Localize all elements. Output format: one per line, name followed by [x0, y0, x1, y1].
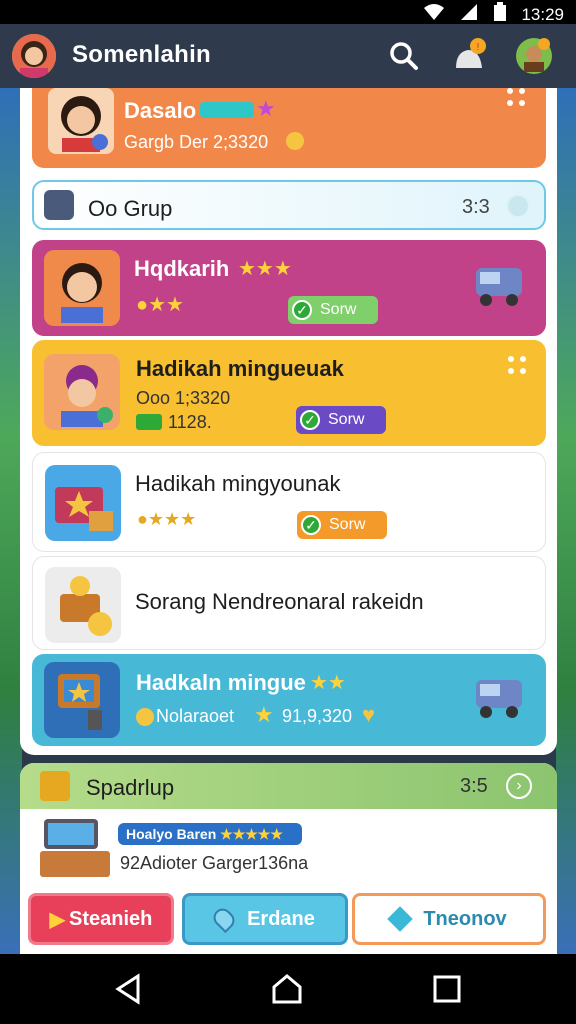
more-dots-icon[interactable] [507, 88, 527, 108]
user-avatar[interactable] [12, 34, 56, 78]
coin-stars-icon: ●★★ [136, 294, 184, 316]
section-2-icon [40, 771, 70, 801]
left-action-button[interactable]: ▶ Steanieh [28, 893, 174, 945]
chevron-right-icon[interactable] [506, 194, 530, 218]
more-dots-icon[interactable] [508, 356, 528, 376]
reward-card-5[interactable]: Hadkaln mingue ★★ Nolaraoet ★ 91,9,320 ♥ [32, 654, 546, 746]
middle-action-button[interactable]: Erdane [182, 893, 348, 945]
card-1-button-label: Sorw [320, 301, 357, 318]
left-action-label: Steanieh [69, 907, 153, 930]
card-3-title: Hadikah mingyounak [135, 471, 341, 496]
card-3-button[interactable]: ✓ Sorw [297, 511, 387, 539]
truck-icon [472, 258, 528, 315]
profile-avatar [48, 88, 114, 154]
notification-icon[interactable]: ! [450, 36, 490, 76]
profile-card[interactable]: Dasalo ★ Gargb Der 2;3320 [32, 88, 546, 168]
card-2-button[interactable]: ✓ Sorw [296, 406, 386, 434]
profile-subtitle: Gargb Der 2;3320 [124, 132, 269, 152]
group-row[interactable]: Oo Grup 3:3 [32, 180, 546, 230]
right-action-button[interactable]: Tneonov [352, 893, 546, 945]
card-5-sub: Nolaraoet [156, 706, 235, 726]
back-icon[interactable] [112, 972, 146, 1006]
card-1-title: Hqdkarih [134, 256, 230, 281]
group-label: Oo Grup [88, 196, 173, 221]
chest-thumb [45, 465, 121, 541]
register-thumb [38, 817, 112, 884]
coins-thumb [45, 567, 121, 643]
home-icon[interactable] [270, 972, 304, 1006]
card-2-button-label: Sorw [328, 411, 365, 428]
card-1-button[interactable]: ✓ Sorw [288, 296, 378, 324]
card-2-sub2: 1128. [168, 412, 212, 432]
system-nav-bar [0, 954, 576, 1024]
tag-icon [136, 414, 162, 430]
group-icon [44, 190, 74, 220]
item-badge: Hoalyo Baren ★★★★★ [118, 823, 302, 845]
coin-icon [136, 708, 154, 726]
friend-avatar-icon[interactable] [514, 36, 554, 76]
section-2-title: Spadrlup [86, 775, 175, 800]
signal-icon [459, 3, 479, 26]
location-pin-icon [209, 904, 239, 934]
reward-card-3[interactable]: Hadikah mingyounak ●★★★ ✓ Sorw [32, 452, 546, 552]
character-thumb [44, 354, 120, 430]
coin-icon [286, 132, 304, 150]
search-icon[interactable] [383, 36, 423, 76]
card-5-amount: 91,9,320 [282, 706, 353, 726]
chevron-right-icon[interactable]: › [506, 773, 532, 799]
character-thumb [44, 250, 120, 326]
star-icon: ★ [254, 702, 274, 727]
stars-icon: ★★★ [238, 258, 292, 280]
section-2-header[interactable]: Spadrlup 3:5 › [20, 763, 557, 809]
card-3-button-label: Sorw [329, 516, 366, 533]
section-2-count: 3:5 [460, 775, 488, 797]
card-2-title: Hadikah mingueuak [136, 356, 344, 381]
recents-icon[interactable] [430, 972, 464, 1006]
card-5-title: Hadkaln mingue [136, 670, 306, 695]
diamond-icon [387, 906, 414, 932]
coin-stars-icon: ●★★★ [137, 509, 197, 529]
level-badge [200, 102, 254, 118]
stars-icon: ★★ [310, 672, 346, 694]
reward-card-1[interactable]: Hqdkarih ★★★ ●★★ ✓ Sorw [32, 240, 546, 336]
check-icon: ✓ [300, 410, 320, 430]
truck-icon [472, 670, 528, 727]
card-2-sub1: Ooo 1;3320 [136, 388, 231, 408]
stars-icon: ★★★★★ [220, 826, 283, 842]
arcade-thumb [44, 662, 120, 738]
heart-icon: ♥ [362, 702, 376, 727]
item-badge-label: Hoalyo Baren [126, 826, 217, 842]
profile-name: Dasalo [124, 98, 197, 123]
svg-text:!: ! [477, 42, 480, 53]
reward-card-2[interactable]: Hadikah mingueuak Ooo 1;3320 1128. ✓ Sor… [32, 340, 546, 446]
status-bar: 13:29 [0, 0, 576, 24]
card-4-title: Sorang Nendreonaral rakeidn [135, 589, 424, 614]
background-right [556, 88, 576, 954]
item-text: 92Adioter Garger136na [120, 853, 309, 873]
wifi-icon [423, 3, 445, 26]
top-bar: Somenlahin ! [0, 24, 576, 88]
check-icon: ✓ [292, 300, 312, 320]
app-title: Somenlahin [72, 41, 212, 68]
group-count: 3:3 [462, 196, 490, 218]
clock: 13:29 [521, 4, 564, 24]
check-icon: ✓ [301, 515, 321, 535]
right-action-label: Tneonov [423, 907, 507, 930]
arrow-right-icon: ▶ [49, 908, 66, 931]
star-icon: ★ [256, 96, 276, 121]
middle-action-label: Erdane [247, 907, 315, 930]
background-left [0, 88, 22, 954]
reward-card-4[interactable]: Sorang Nendreonaral rakeidn [32, 556, 546, 650]
